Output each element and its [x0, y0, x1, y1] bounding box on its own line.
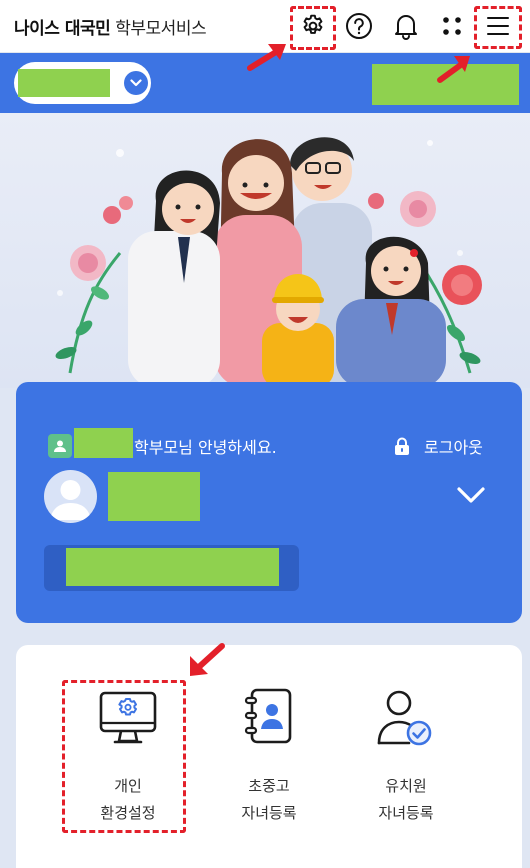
chevron-down-icon[interactable] [456, 486, 486, 504]
quick-menu-panel: 개인 환경설정 초중고 자녀등록 유치원 자녀등록 [16, 645, 522, 868]
quick-menu-personal-settings[interactable]: 개인 환경설정 [66, 685, 190, 835]
quick-menu-label: 초중고 자녀등록 [241, 773, 296, 827]
redacted-parent-name [74, 428, 133, 458]
redacted-child-name [108, 472, 200, 521]
app-title[interactable]: 나이스 대국민 학부모서비스 [14, 14, 207, 39]
quick-menu-label-line1: 유치원 [385, 777, 427, 795]
redacted-school-name [18, 69, 110, 97]
hero-illustration [0, 113, 530, 388]
quick-menu-label: 유치원 자녀등록 [378, 773, 433, 827]
dropdown-button[interactable] [124, 71, 148, 95]
apps-grid-icon [443, 17, 461, 35]
monitor-gear-icon [99, 691, 157, 744]
quick-menu-label-line2: 자녀등록 [378, 804, 434, 822]
chevron-down-icon [130, 79, 142, 87]
menu-button[interactable] [482, 10, 514, 42]
quick-menu-label-line2: 자녀등록 [241, 804, 297, 822]
user-badge-icon [48, 434, 72, 458]
greeting-text: 학부모님 안녕하세요. [134, 438, 277, 457]
redacted-school-info [66, 548, 279, 586]
quick-menu-label: 개인 환경설정 [100, 773, 155, 827]
app-title-normal: 학부모서비스 [115, 19, 207, 39]
notification-button[interactable] [390, 10, 422, 42]
redacted-area [372, 64, 519, 105]
logout-label: 로그아웃 [424, 438, 483, 457]
bell-icon [395, 15, 417, 40]
quick-menu-kindergarten-child-registration[interactable]: 유치원 자녀등록 [344, 685, 468, 835]
family-illustration [55, 137, 482, 388]
top-app-bar: 나이스 대국민 학부모서비스 [0, 0, 530, 53]
person-icon [50, 480, 91, 520]
school-selector-bar [0, 53, 530, 113]
quick-menu-school-child-registration[interactable]: 초중고 자녀등록 [207, 685, 331, 835]
apps-button[interactable] [436, 10, 468, 42]
app-title-bold: 나이스 대국민 [14, 19, 111, 39]
contact-book-icon [244, 688, 292, 744]
logout-button[interactable]: 로그아웃 [394, 434, 483, 458]
school-info-field [44, 545, 299, 591]
gear-icon [303, 14, 323, 34]
avatar [44, 470, 97, 523]
quick-menu-label-line1: 초중고 [248, 777, 290, 795]
lock-icon [395, 437, 409, 455]
school-selector[interactable] [14, 62, 151, 104]
menu-icon [487, 17, 509, 35]
quick-menu-label-line2: 환경설정 [100, 804, 156, 822]
help-button[interactable] [343, 10, 375, 42]
settings-button[interactable] [297, 10, 329, 42]
help-icon [346, 13, 372, 39]
quick-menu-label-line1: 개인 [114, 777, 142, 795]
user-card: 학부모님 안녕하세요. 로그아웃 [16, 382, 522, 623]
user-check-icon [377, 690, 432, 746]
